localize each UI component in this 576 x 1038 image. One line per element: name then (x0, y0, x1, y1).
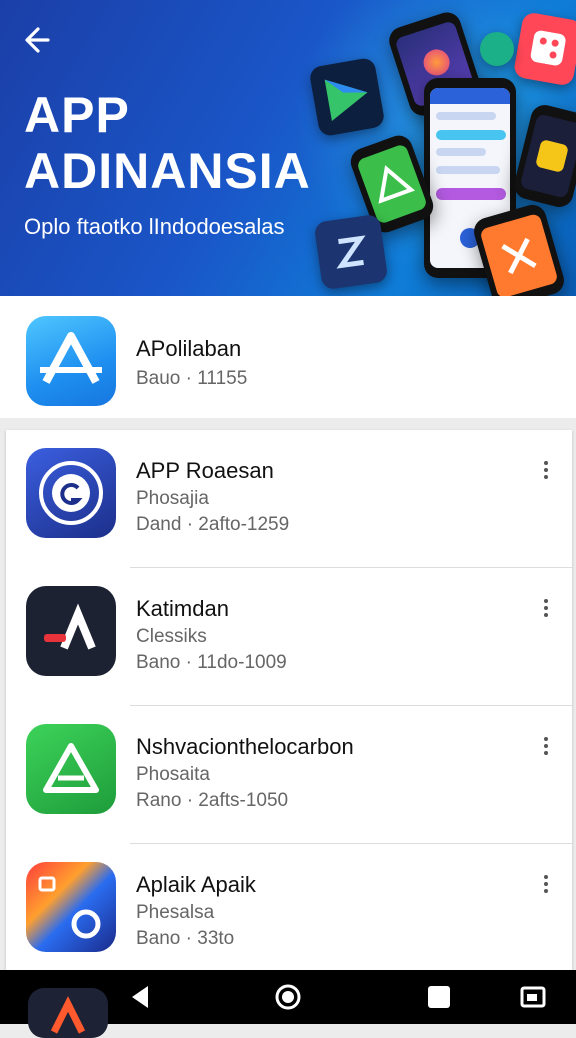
more-options-icon[interactable] (534, 596, 558, 626)
back-button[interactable] (20, 22, 60, 58)
nav-recents-icon[interactable] (424, 982, 454, 1012)
nav-back-icon[interactable] (126, 982, 156, 1012)
featured-app-meta: Bauo · 11155 (136, 368, 248, 389)
a-logo-icon (26, 586, 116, 676)
list-item[interactable]: Nshvacionthelocarbon Phosaita Rano · 2af… (6, 706, 572, 844)
more-options-icon[interactable] (534, 734, 558, 764)
app-category: Phesalsa (136, 902, 215, 923)
app-name: APP Roaesan (136, 458, 274, 483)
app-name: Aplaik Apaik (136, 872, 256, 897)
app-name: Nshvacionthelocarbon (136, 734, 354, 759)
hero-game-icon (512, 11, 576, 87)
nav-screenshot-icon[interactable] (518, 982, 548, 1012)
title-line-1: APP (24, 87, 130, 143)
featured-app-name: APolilaban (136, 336, 242, 361)
more-options-icon[interactable] (534, 872, 558, 902)
app-category: Phosaita (136, 764, 210, 785)
recent-app-thumbnail[interactable] (28, 988, 108, 1038)
title-line-2: ADINANSIA (24, 143, 311, 199)
page-subtitle: Oplo ftaotko lIndodoesalas (24, 214, 285, 239)
list-item[interactable]: APP Roaesan Phosajia Dand · 2afto-1259 (6, 430, 572, 568)
hero-banner: APP ADINANSIA Oplo ftaotko lIndodoesalas (0, 0, 576, 296)
back-arrow-icon (25, 27, 50, 53)
app-name: Katimdan (136, 596, 229, 621)
circle-g-icon (26, 448, 116, 538)
app-category: Clessiks (136, 626, 207, 647)
more-options-icon[interactable] (534, 458, 558, 488)
list-item[interactable]: Aplaik Apaik Phesalsa Bano · 33to (6, 844, 572, 982)
app-store-a-icon (26, 316, 116, 406)
list-item[interactable]: Katimdan Clessiks Bano · 11do-1009 (6, 568, 572, 706)
featured-app[interactable]: APolilaban Bauo · 11155 (0, 296, 576, 418)
system-navbar (0, 970, 576, 1038)
app-meta: Bano · 33to (136, 928, 235, 949)
hero-play-icon (308, 56, 386, 138)
page-title: APP ADINANSIA (24, 86, 311, 200)
gradient-c-icon (26, 862, 116, 952)
app-meta: Dand · 2afto-1259 (136, 514, 290, 535)
triangle-a-icon (26, 724, 116, 814)
hero-phone-dark-icon (511, 102, 576, 210)
app-meta: Bano · 11do-1009 (136, 652, 287, 673)
hero-link-icon (480, 32, 514, 66)
nav-home-icon[interactable] (273, 982, 303, 1012)
app-category: Phosajia (136, 488, 209, 509)
app-meta: Rano · 2afts-1050 (136, 790, 289, 811)
hero-sync-icon (313, 213, 389, 291)
app-list: APP Roaesan Phosajia Dand · 2afto-1259 K… (6, 430, 572, 970)
